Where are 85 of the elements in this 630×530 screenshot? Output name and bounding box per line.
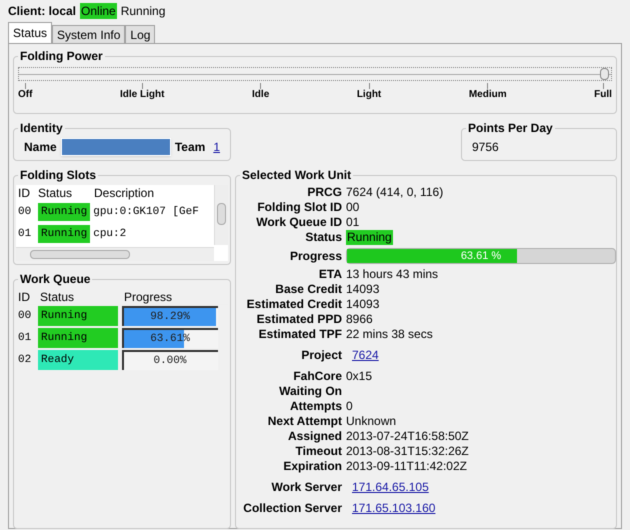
tick-label: Idle	[252, 89, 270, 101]
table-cell-text: 01	[17, 226, 32, 242]
vertical-scrollbar[interactable]	[214, 185, 228, 245]
field-label: Work Server	[270, 480, 342, 495]
field-label: Assigned	[286, 429, 342, 444]
field-value: 8966	[346, 312, 373, 327]
column-header[interactable]: ID	[16, 185, 36, 201]
column-header[interactable]: ID	[16, 289, 38, 304]
field-value: 0	[346, 399, 353, 414]
table-cell-text: 00	[17, 308, 32, 324]
name-field[interactable]	[60, 138, 171, 156]
table-cell-text: 02	[17, 352, 32, 368]
field-label: Next Attempt	[266, 414, 342, 429]
field-value: 01	[346, 215, 360, 230]
field-value: 14093	[346, 297, 380, 312]
table-cell-text: 01	[17, 330, 32, 346]
field-label: Timeout	[294, 444, 342, 459]
field-value: 7624 (414, 0, 116)	[346, 185, 444, 200]
progress-text: 0.00%	[152, 354, 188, 369]
group-title: Work Queue	[18, 271, 92, 287]
field-label: Progress	[288, 248, 342, 264]
field-label: PRCG	[306, 185, 342, 200]
client-label: Client: local	[8, 3, 76, 19]
field-value: 00	[346, 200, 360, 215]
status-value: Running	[346, 230, 393, 245]
field-label: Work Queue ID	[255, 215, 342, 230]
status-cell: Running	[38, 203, 90, 221]
field-label: Waiting On	[278, 384, 342, 399]
tick-label: Full	[594, 89, 612, 101]
team-link[interactable]: 1	[213, 138, 220, 156]
horizontal-scrollbar[interactable]	[16, 247, 214, 261]
field-value: 2013-08-31T15:32:26Z	[346, 444, 469, 459]
link[interactable]: 171.64.65.105	[352, 480, 429, 495]
table-cell-text: cpu:2	[92, 226, 128, 242]
field-label: Project	[300, 348, 342, 363]
tab[interactable]: Status	[8, 22, 52, 43]
field-label: Collection Server	[242, 501, 342, 516]
tick-label: Off	[18, 89, 32, 101]
name-label: Name	[24, 138, 57, 156]
field-value: 14093	[346, 282, 380, 297]
column-header[interactable]: Status	[38, 289, 122, 304]
link[interactable]: 7624	[352, 348, 379, 363]
field-label: Base Credit	[274, 282, 342, 297]
status-cell: Running	[38, 328, 118, 348]
tick-label: Idle Light	[120, 89, 164, 101]
column-header[interactable]: Status	[36, 185, 92, 201]
slider-thumb[interactable]	[600, 68, 609, 80]
power-slider[interactable]	[18, 67, 612, 81]
points-value: 9756	[472, 138, 499, 156]
field-value: 22 mins 38 secs	[346, 327, 433, 342]
progress-text: 98.29%	[149, 310, 191, 325]
table-cell-text: gpu:0:GK107 [GeF	[92, 204, 200, 220]
link[interactable]: 171.65.103.160	[352, 501, 436, 516]
team-label: Team	[174, 138, 206, 156]
field-value: 13 hours 43 mins	[346, 267, 438, 282]
tick-label: Light	[356, 89, 382, 101]
status-cell: Running	[38, 306, 118, 326]
field-label: Status	[304, 230, 342, 245]
field-label: Estimated PPD	[256, 312, 342, 327]
tab[interactable]: Log	[125, 25, 156, 43]
column-header[interactable]: Description	[92, 185, 202, 201]
field-label: Estimated TPF	[258, 327, 342, 342]
status-cell: Ready	[38, 350, 118, 370]
field-label: Attempts	[288, 399, 342, 414]
column-header[interactable]: Progress	[122, 289, 222, 304]
field-label: ETA	[318, 267, 342, 282]
group-title: Folding Power	[18, 48, 105, 64]
client-state: Running	[120, 3, 166, 19]
field-label: Estimated Credit	[246, 297, 342, 312]
online-badge: Online	[80, 3, 117, 19]
field-value: Unknown	[346, 414, 396, 429]
group-title: Folding Slots	[18, 167, 98, 183]
tab[interactable]: System Info	[52, 25, 126, 43]
table-cell-text: 00	[17, 204, 32, 220]
tick-label: Medium	[468, 89, 507, 101]
field-value: 2013-07-24T16:58:50Z	[346, 429, 469, 444]
field-label: Folding Slot ID	[256, 200, 342, 215]
field-value: 0x15	[346, 369, 372, 384]
progress-text: 63.61 %	[460, 249, 502, 263]
group-title: Identity	[18, 120, 65, 136]
group-title: Points Per Day	[466, 120, 555, 136]
field-label: FahCore	[292, 369, 342, 384]
field-label: Expiration	[282, 459, 342, 474]
field-value: 2013-09-11T11:42:02Z	[346, 459, 467, 474]
status-cell: Running	[38, 225, 90, 243]
